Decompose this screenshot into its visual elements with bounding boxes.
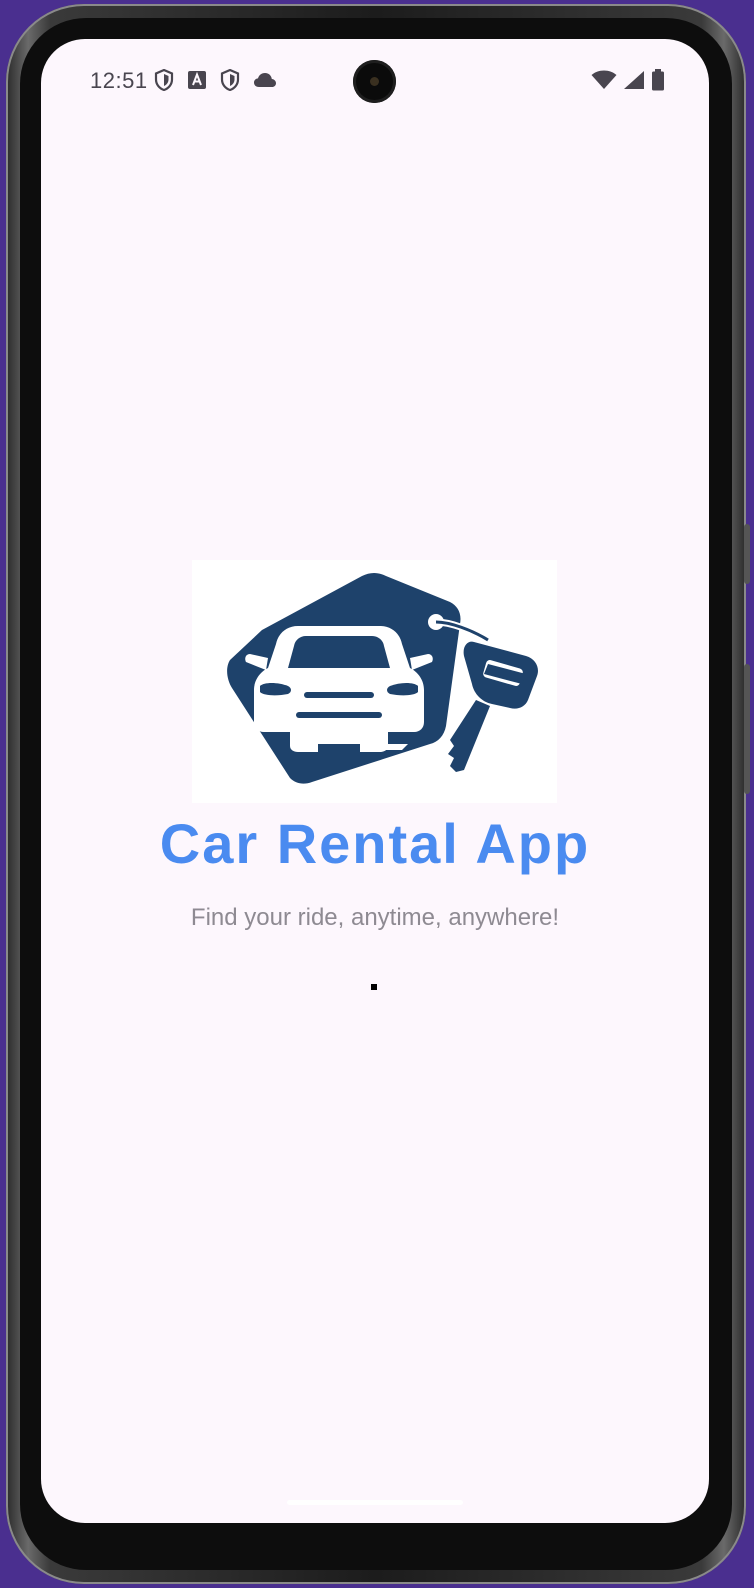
front-camera (353, 60, 396, 103)
app-screen: 12:51 Car Rental App Find your ride, any… (41, 39, 709, 1523)
wifi-icon (591, 70, 617, 90)
notification-icons (154, 69, 277, 91)
battery-icon (651, 69, 665, 91)
status-time: 12:51 (90, 68, 148, 93)
cellular-signal-icon (623, 70, 645, 90)
app-title: Car Rental App (159, 812, 591, 875)
car-rental-logo (192, 560, 557, 803)
loading-indicator (371, 984, 377, 990)
app-subtitle: Find your ride, anytime, anywhere! (190, 904, 560, 931)
gesture-navigation-bar[interactable] (287, 1500, 463, 1505)
power-button (744, 524, 750, 584)
volume-button (744, 664, 750, 794)
shield-icon (220, 69, 240, 91)
cloud-icon (253, 72, 277, 88)
shield-icon (154, 69, 174, 91)
status-bar: 12:51 (41, 39, 709, 121)
font-a-icon (187, 70, 207, 90)
system-icons (591, 69, 665, 91)
